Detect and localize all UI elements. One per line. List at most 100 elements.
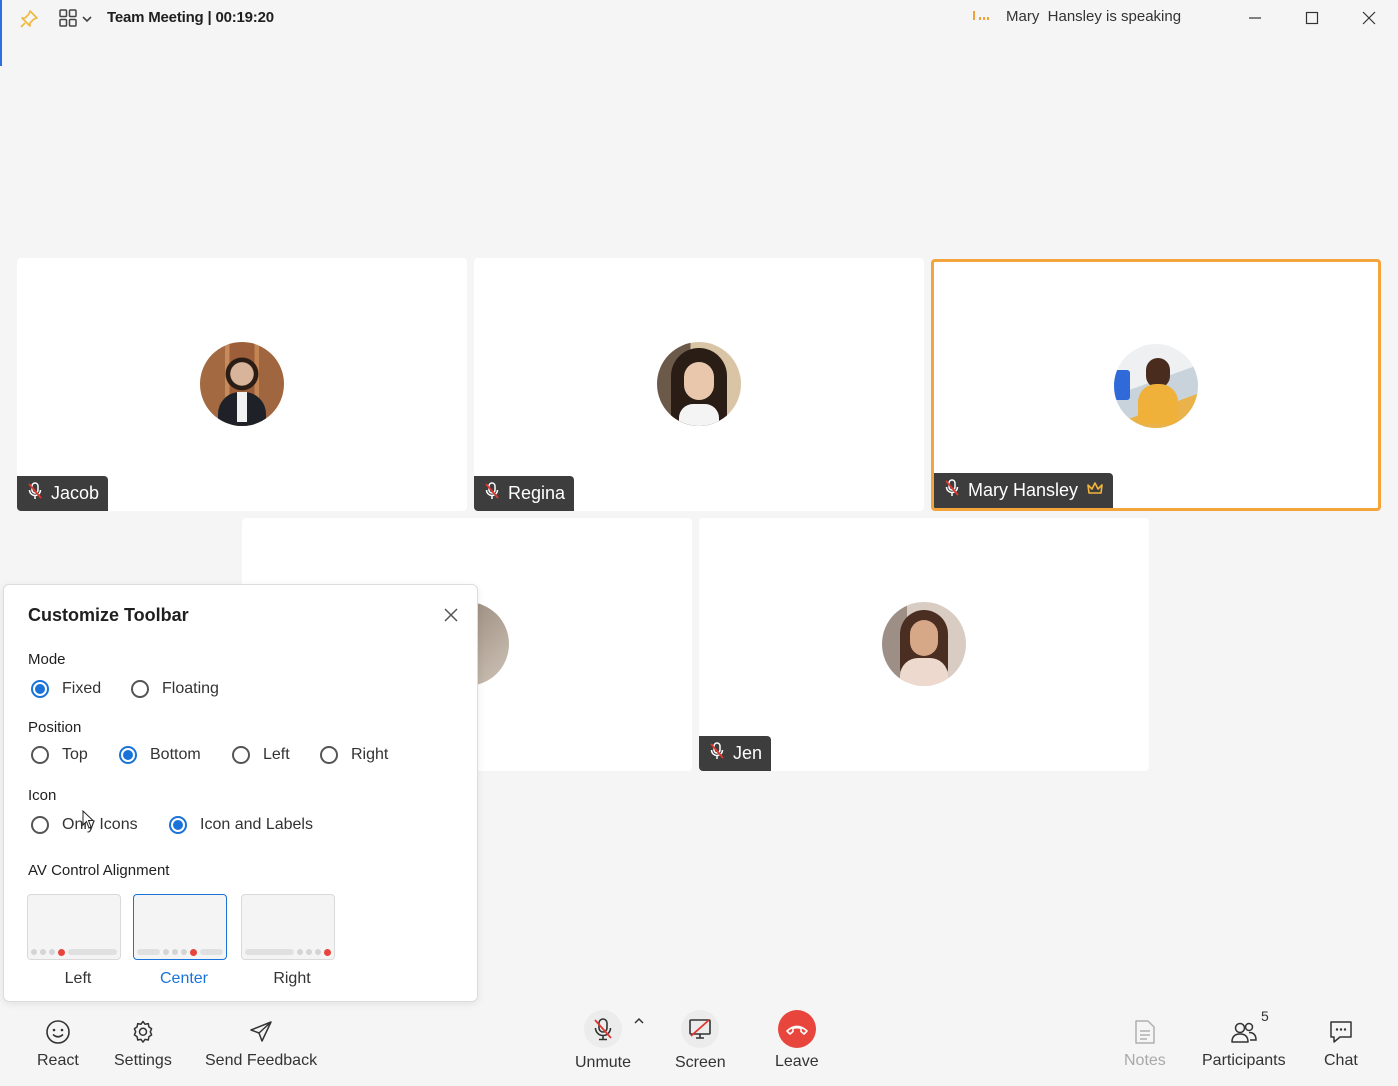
radio-unselected-icon [131,680,149,698]
pin-icon[interactable] [19,9,39,34]
icon-label: Icon [28,787,57,804]
window-accent [0,0,2,66]
avatar [657,342,741,426]
video-tile-regina[interactable]: Regina [474,258,924,511]
video-tile-jacob[interactable]: Jacob [17,258,467,511]
radio-label: Top [62,746,88,763]
unmute-label: Unmute [575,1054,632,1071]
send-feedback-button[interactable]: Send Feedback [205,1016,317,1070]
bottom-toolbar: React Settings Send Feedback Unmute Scre… [0,1005,1398,1086]
participant-nametag: Jen [699,736,772,771]
position-right-radio[interactable]: Right [320,746,388,764]
radio-selected-icon [119,746,137,764]
maximize-icon[interactable] [1302,8,1322,28]
microphone-muted-icon [709,742,725,765]
radio-unselected-icon [320,746,338,764]
settings-button[interactable]: Settings [114,1016,172,1070]
video-tile-mary-hansley[interactable]: Mary Hansley [931,259,1381,511]
send-feedback-label: Send Feedback [205,1052,318,1069]
radio-label: Icon and Labels [200,816,313,833]
video-tile-jen[interactable]: Jen [699,518,1149,771]
notes-label: Notes [1124,1052,1166,1069]
react-label: React [37,1052,79,1069]
smiley-icon [45,1016,71,1048]
mode-fixed-radio[interactable]: Fixed [31,680,101,698]
grid-icon [59,9,77,32]
position-top-radio[interactable]: Top [31,746,88,764]
leave-button[interactable]: Leave [775,1010,819,1071]
avatar [200,342,284,426]
position-bottom-radio[interactable]: Bottom [119,746,201,764]
radio-label: Bottom [150,746,201,763]
participant-nametag: Jacob [17,476,109,511]
minimize-icon[interactable] [1245,8,1265,28]
microphone-muted-icon [944,479,960,502]
alignment-right-card[interactable] [241,894,335,960]
radio-selected-icon [31,680,49,698]
participants-count-badge: 5 [1261,1008,1269,1024]
mouse-cursor-icon [82,809,96,835]
notes-icon [1133,1016,1157,1048]
leave-icon-wrap [777,1010,816,1048]
microphone-muted-icon [584,1010,623,1048]
icon-and-labels-radio[interactable]: Icon and Labels [169,816,313,834]
speaking-indicator: Mary Hansley is speaking [972,8,1181,25]
participant-name: Jen [733,743,763,763]
participant-nametag: Regina [474,476,575,511]
participant-name: Mary Hansley [968,480,1079,500]
participant-nametag: Mary Hansley [934,473,1114,508]
react-button[interactable]: React [37,1016,79,1070]
settings-label: Settings [114,1052,172,1069]
panel-title: Customize Toolbar [28,605,189,625]
radio-label: Right [351,746,389,763]
alignment-center-card[interactable] [133,894,227,960]
send-icon [248,1016,274,1048]
screen-share-button[interactable]: Screen [675,1010,726,1072]
screen-share-off-icon [681,1010,720,1048]
notes-button[interactable]: Notes [1124,1016,1166,1070]
unmute-button[interactable]: Unmute [575,1010,631,1072]
close-icon[interactable] [1359,8,1379,28]
people-icon [1230,1016,1258,1048]
layout-switcher-button[interactable] [59,9,93,32]
chat-button[interactable]: Chat [1324,1016,1358,1070]
position-label: Position [28,719,82,736]
chevron-up-icon[interactable] [633,1013,645,1031]
screen-icon-wrap [681,1010,720,1048]
alignment-center-label: Center [159,970,209,987]
alignment-left-label: Left [64,970,92,987]
chevron-down-icon [81,12,93,30]
close-icon[interactable] [442,606,460,624]
participants-button[interactable]: Participants [1202,1016,1286,1070]
microphone-muted-icon [484,482,500,505]
hang-up-icon [777,1010,816,1048]
speaking-status: Mary Hansley is speaking [1006,8,1182,25]
participant-name: Regina [508,483,566,503]
audio-level-icon [972,8,992,25]
mode-floating-radio[interactable]: Floating [131,680,219,698]
microphone-muted-icon [27,482,43,505]
chat-label: Chat [1324,1052,1358,1069]
participant-name: Jacob [51,483,100,503]
avatar [1114,344,1198,428]
radio-label: Only Icons [62,816,138,833]
alignment-left-card[interactable] [27,894,121,960]
radio-selected-icon [169,816,187,834]
radio-label: Fixed [62,680,102,697]
participants-label: Participants [1202,1052,1286,1069]
alignment-preview [245,948,331,956]
radio-unselected-icon [31,746,49,764]
position-left-radio[interactable]: Left [232,746,290,764]
alignment-preview [137,948,223,956]
screen-label: Screen [675,1054,726,1071]
chat-icon [1328,1016,1354,1048]
unmute-icon-wrap [584,1010,623,1048]
radio-label: Left [263,746,290,763]
av-alignment-label: AV Control Alignment [28,862,170,879]
customize-toolbar-panel: Customize Toolbar Mode Fixed Floating Po… [3,584,478,1002]
crown-icon [1086,480,1104,501]
alignment-right-label: Right [273,970,311,987]
title-bar: Team Meeting | 00:19:20 Mary Hansley is … [0,0,1398,66]
radio-unselected-icon [232,746,250,764]
radio-label: Floating [162,680,219,697]
